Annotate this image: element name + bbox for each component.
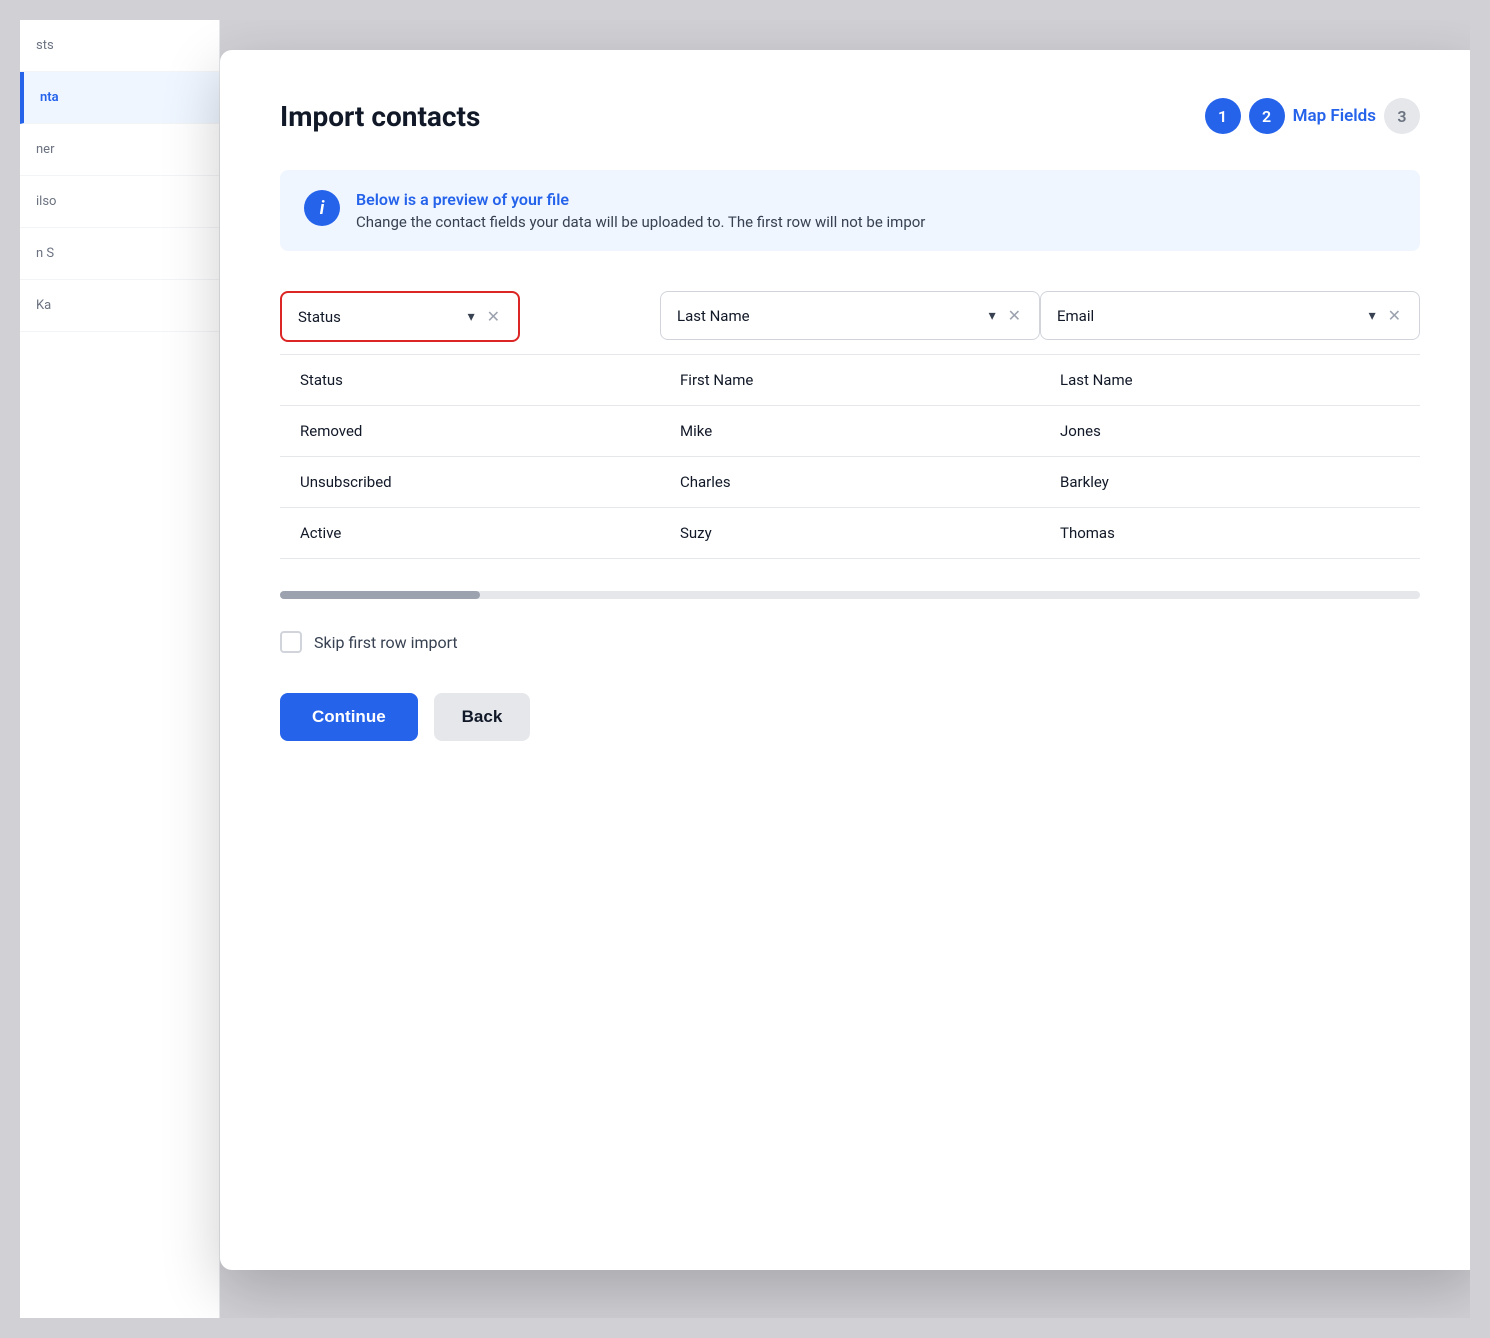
import-contacts-modal: Import contacts 1 2 Map Fields 3 i Below… (220, 50, 1470, 1270)
sidebar-item-ilso[interactable]: ilso (20, 176, 219, 228)
table-row-header: Status First Name Last Name (280, 355, 1420, 406)
modal-title: Import contacts (280, 100, 480, 133)
row1-col2: Mike (660, 406, 1040, 457)
step-3-number: 3 (1397, 107, 1406, 126)
row1-col1: Removed (280, 406, 660, 457)
info-banner-title: Below is a preview of your file (356, 190, 925, 209)
step-2-circle: 2 (1249, 98, 1285, 134)
email-chevron-icon: ▾ (1369, 308, 1376, 324)
field-selector-email[interactable]: Email ▾ ✕ (1040, 291, 1420, 340)
skip-import-checkbox-container[interactable]: Skip first row import (280, 631, 458, 653)
field-selector-email-left: Email (1057, 307, 1369, 325)
page-wrapper: sts nta ner ilso n S Ka Import contacts … (20, 20, 1470, 1318)
col-header-email: Email ▾ ✕ (1040, 291, 1420, 355)
sidebar-item-ner[interactable]: ner (20, 124, 219, 176)
modal-header: Import contacts 1 2 Map Fields 3 (280, 98, 1420, 134)
field-selector-status-left: Status (298, 308, 468, 326)
row3-col3: Thomas (1040, 508, 1420, 559)
scroll-thumb[interactable] (280, 591, 480, 599)
table-wrapper: Status ▾ ✕ Last Name (280, 291, 1420, 559)
field-selector-lastname-name: Last Name (677, 307, 750, 325)
row1-col3: Jones (1040, 406, 1420, 457)
sidebar-item-ns[interactable]: n S (20, 228, 219, 280)
sidebar-item-label: nta (40, 90, 59, 105)
header-col1: Status (280, 355, 660, 406)
lastname-close-icon[interactable]: ✕ (1006, 304, 1023, 327)
sidebar-item-label: ilso (36, 194, 56, 209)
table-row-1: Removed Mike Jones (280, 406, 1420, 457)
back-button[interactable]: Back (434, 693, 531, 741)
table-row-3: Active Suzy Thomas (280, 508, 1420, 559)
col-header-status: Status ▾ ✕ (280, 291, 660, 355)
steps-container: 1 2 Map Fields 3 (1205, 98, 1420, 134)
status-chevron-icon: ▾ (468, 309, 475, 325)
info-banner-subtitle: Change the contact fields your data will… (356, 213, 925, 231)
step-2-label: Map Fields (1293, 106, 1376, 126)
row2-col3: Barkley (1040, 457, 1420, 508)
status-close-icon[interactable]: ✕ (485, 305, 502, 328)
col-header-lastname: Last Name ▾ ✕ (660, 291, 1040, 355)
col-headers-row: Status ▾ ✕ Last Name (280, 291, 1420, 355)
sidebar-item-label: n S (36, 246, 54, 261)
step-1-circle: 1 (1205, 98, 1241, 134)
continue-button[interactable]: Continue (280, 693, 418, 741)
action-buttons: Continue Back (280, 693, 1420, 741)
row2-col2: Charles (660, 457, 1040, 508)
header-col3: Last Name (1040, 355, 1420, 406)
skip-import-label: Skip first row import (314, 633, 458, 652)
email-close-icon[interactable]: ✕ (1386, 304, 1403, 327)
step-1-number: 1 (1218, 107, 1227, 126)
field-selector-status[interactable]: Status ▾ ✕ (280, 291, 520, 342)
step-2-number: 2 (1262, 107, 1271, 126)
info-icon: i (304, 190, 340, 226)
field-map-table: Status ▾ ✕ Last Name (280, 291, 1420, 559)
row3-col2: Suzy (660, 508, 1040, 559)
step-3-circle: 3 (1384, 98, 1420, 134)
field-selector-lastname[interactable]: Last Name ▾ ✕ (660, 291, 1040, 340)
field-selector-lastname-left: Last Name (677, 307, 989, 325)
row2-col1: Unsubscribed (280, 457, 660, 508)
sidebar-item-label: sts (36, 38, 54, 53)
skip-import-checkbox[interactable] (280, 631, 302, 653)
field-selector-status-name: Status (298, 308, 341, 326)
sidebar-item-ka[interactable]: Ka (20, 280, 219, 332)
horizontal-scrollbar[interactable] (280, 591, 1420, 599)
footer-row: Skip first row import (280, 631, 1420, 653)
sidebar-item-label: Ka (36, 298, 51, 313)
sidebar-item-label: ner (36, 142, 54, 157)
row3-col1: Active (280, 508, 660, 559)
table-row-2: Unsubscribed Charles Barkley (280, 457, 1420, 508)
info-banner: i Below is a preview of your file Change… (280, 170, 1420, 251)
header-col2: First Name (660, 355, 1040, 406)
sidebar: sts nta ner ilso n S Ka (20, 20, 220, 1318)
field-selector-email-name: Email (1057, 307, 1094, 325)
lastname-chevron-icon: ▾ (989, 308, 996, 324)
sidebar-item-sts[interactable]: sts (20, 20, 219, 72)
info-text-block: Below is a preview of your file Change t… (356, 190, 925, 231)
sidebar-item-nta[interactable]: nta (20, 72, 219, 124)
